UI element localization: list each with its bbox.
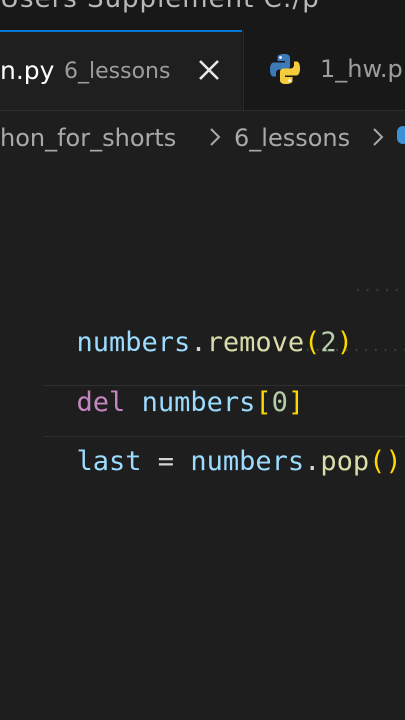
code-token: . — [304, 446, 321, 477]
code-token: pop — [320, 446, 370, 477]
window-title-text: Users Supplement C:/p — [0, 0, 320, 14]
code-line-3[interactable]: last = numbers.pop() — [44, 387, 402, 477]
chevron-right-icon — [210, 128, 221, 146]
breadcrumb: hon_for_shorts 6_lessons — [0, 112, 405, 162]
tab-active-file[interactable]: n.py 6_lessons — [0, 30, 242, 110]
code-line-1[interactable]: numbers.remove(2) — [44, 268, 353, 358]
breadcrumb-item-folder[interactable]: hon_for_shorts — [0, 124, 176, 152]
breadcrumb-item-subfolder[interactable]: 6_lessons — [234, 124, 350, 152]
tab-active-filename: n.py — [0, 56, 55, 85]
tab-hw-file[interactable]: 1_hw.p — [243, 30, 405, 110]
code-token: numbers — [190, 446, 305, 477]
tab-hw-filename: 1_hw.p — [320, 55, 403, 83]
whitespace-indicator: ········· — [355, 280, 405, 300]
code-token: = — [141, 446, 191, 477]
python-icon — [270, 54, 300, 84]
code-token: last — [76, 446, 142, 477]
chevron-right-icon — [373, 128, 384, 146]
file-symbol-icon — [397, 126, 405, 144]
code-line-2[interactable]: del numbers[0] — [44, 328, 305, 418]
code-token: () — [369, 446, 402, 477]
whitespace-indicator: ·············· — [305, 340, 405, 360]
close-icon[interactable] — [194, 55, 224, 85]
window-title-strip: Users Supplement C:/p — [0, 0, 405, 30]
tab-active-folder: 6_lessons — [64, 59, 171, 84]
editor-tab-bar: n.py 6_lessons 1_hw.p — [0, 30, 405, 111]
